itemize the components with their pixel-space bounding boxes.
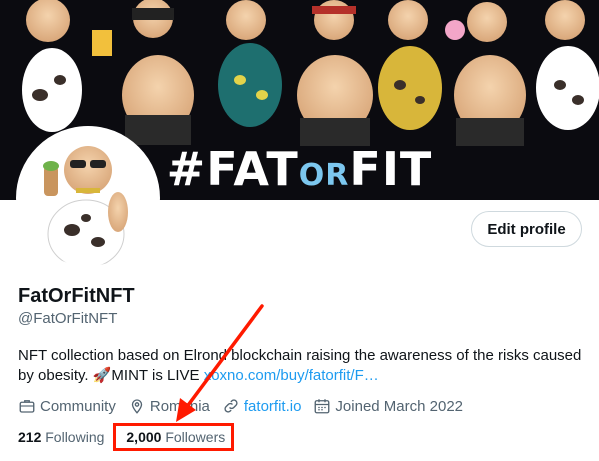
bio-link[interactable]: xoxno.com/buy/fatorfit/F… [204, 367, 379, 384]
meta-category-label: Community [40, 397, 116, 415]
website-link[interactable]: fatorfit.io [244, 398, 302, 415]
avatar[interactable] [16, 126, 160, 270]
link-icon [224, 399, 238, 413]
following-link[interactable]: 212 Following [18, 429, 104, 445]
location-pin-icon [131, 399, 143, 414]
edit-profile-button[interactable]: Edit profile [471, 211, 582, 247]
profile-name: FatOrFitNFT [18, 285, 135, 307]
meta-website[interactable]: fatorfit.io [222, 397, 302, 415]
calendar-icon [314, 399, 330, 414]
avatar-image [20, 130, 156, 266]
meta-category: Community [18, 397, 116, 415]
following-label: Following [45, 429, 105, 445]
meta-joined: Joined March 2022 [313, 397, 463, 415]
profile-meta: Community Romania fatorfit.io Joined Mar… [18, 397, 475, 415]
following-count: 212 [18, 429, 42, 445]
banner-title-fat: #FAT [166, 142, 299, 196]
meta-location-label: Romania [149, 397, 210, 415]
profile-bio: NFT collection based on Elrond blockchai… [18, 346, 593, 386]
meta-location: Romania [128, 397, 210, 415]
banner-title-fit: FIT [349, 142, 433, 196]
meta-joined-label: Joined March 2022 [335, 397, 464, 415]
profile-handle: @FatOrFitNFT [18, 310, 118, 327]
banner-title-or: OR [298, 158, 350, 193]
briefcase-icon [19, 400, 35, 413]
followers-highlight-box [113, 423, 234, 451]
